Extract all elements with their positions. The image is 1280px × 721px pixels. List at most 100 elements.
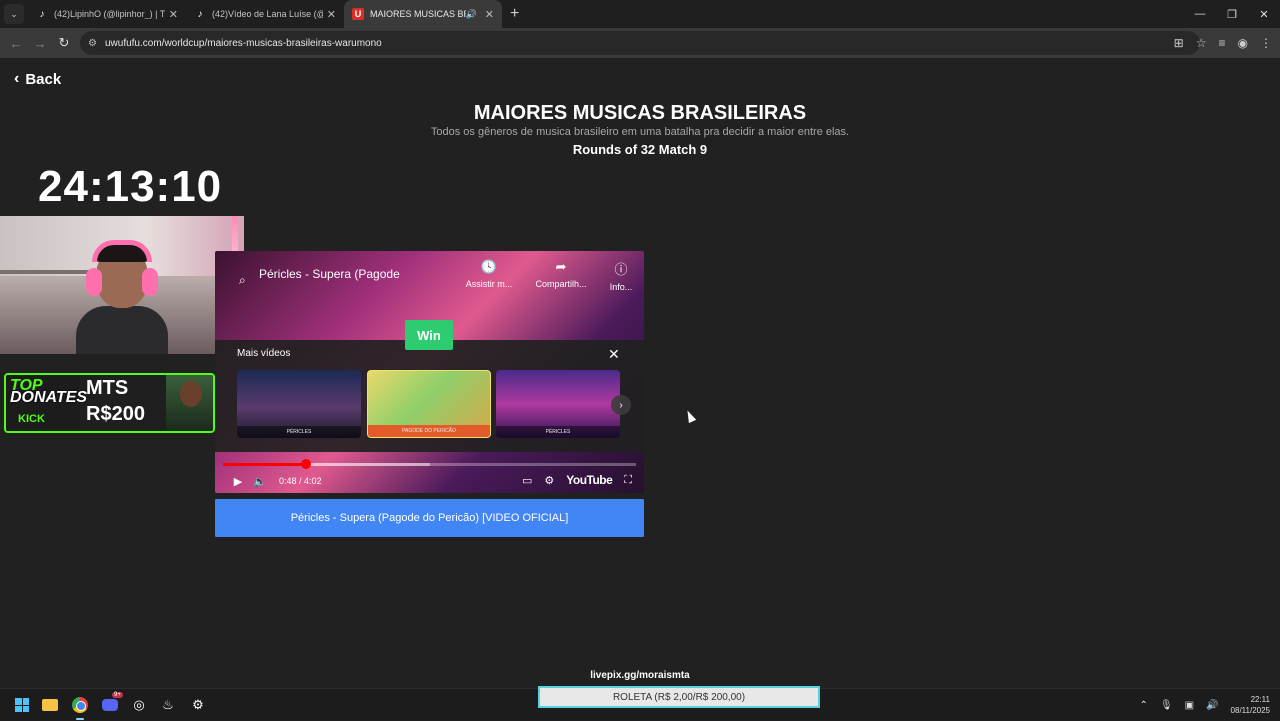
info-button[interactable]: ⓘ Info... [591,259,644,292]
settings-gear-icon[interactable]: ⚙ [544,474,554,487]
more-videos-panel: Mais vídeos ✕ PÉRICLES PAGODE DO PERICÃO… [215,340,644,452]
close-icon[interactable]: ✕ [608,346,620,363]
related-video-thumbnail[interactable]: PÉRICLES [496,370,620,438]
volume-icon[interactable]: 🔈 [249,475,271,488]
related-video-thumbnail[interactable]: PÉRICLES [237,370,361,438]
video-time: 0:48 / 4:02 [279,476,322,486]
play-icon[interactable]: ▶ [227,475,249,488]
played-bar [223,463,306,466]
system-tray: ⌃ 🎙 ▣ 🔊 22:11 08/11/2025 [1140,689,1280,721]
back-label: Back [25,70,62,88]
share-button[interactable]: ➦ Compartilh... [531,259,591,289]
headphone-right [142,268,158,296]
badge-donates-text: DONATES [10,389,88,406]
browser-toolbar: ← → ↻ ⚙ uwufufu.com/worldcup/maiores-mus… [0,28,1280,58]
profile-icon[interactable]: ◉ [1238,36,1248,50]
back-button[interactable]: ‹ Back [14,70,61,88]
translate-icon[interactable]: ⊞ [1174,36,1184,50]
scrubber-handle[interactable] [300,459,311,469]
tab-title: (42)Vídeo de Lana Luíse (@alan [212,9,323,19]
settings-gear-icon[interactable]: ⚙ [188,695,208,715]
reload-icon[interactable]: ↻ [52,35,76,51]
player-controls: ▶ 🔈 0:48 / 4:02 ▭ ⚙ YouTube ⛶ [215,469,644,493]
tab-strip: ⌄ ♪ (42)LipinhO (@lipinhor_) | TikTok ✕ … [0,0,1280,28]
microphone-icon[interactable]: 🎙 [1160,700,1173,711]
share-icon: ➦ [555,259,567,274]
minimize-button[interactable]: — [1184,0,1216,28]
new-tab-button[interactable]: + [510,5,519,23]
tab-search-button[interactable]: ⌄ [4,4,24,24]
tab-title: (42)LipinhO (@lipinhor_) | TikTok [54,9,165,19]
headphone-band [92,240,152,262]
mouse-cursor-icon [683,408,697,424]
discord-icon[interactable]: 9+ [100,692,123,715]
more-videos-label: Mais vídeos [237,348,291,359]
tab-uwufufu[interactable]: U MAIORES MUSICAS BRASIL 🔊 ✕ [344,0,502,28]
back-nav-icon[interactable]: ← [4,36,28,51]
system-clock[interactable]: 22:11 08/11/2025 [1231,694,1270,716]
steam-icon[interactable]: ♨ [158,695,178,715]
watch-later-button[interactable]: 🕓 Assistir m... [459,259,519,289]
channel-icon[interactable]: ⌕ [239,273,246,288]
info-label: Info... [609,282,633,292]
round-indicator: Rounds of 32 Match 9 [572,142,708,157]
top-donates-widget: TOP DONATES KICK MTS R$200 [4,373,215,433]
badge-kick-text: KICK [18,413,45,425]
donor-name: MTS [86,377,129,399]
page-title: MAIORES MUSICAS BRASILEIRAS [473,102,807,124]
youtube-logo[interactable]: YouTube [566,473,613,487]
video-title[interactable]: Péricles - Supera (Pagode [259,267,400,281]
webcam-overlay [0,216,244,354]
player-right-controls: ▭ ⚙ YouTube ⛶ [522,473,632,487]
tiktok-icon: ♪ [197,8,203,20]
window-controls: — ❐ ✕ [1184,0,1280,28]
captions-icon[interactable]: ▭ [522,474,532,487]
forward-nav-icon[interactable]: → [28,36,52,51]
clock-date: 08/11/2025 [1230,706,1270,715]
roleta-goal-bar: ROLETA (R$ 2,00/R$ 200,00) [538,686,820,708]
menu-kebab-icon[interactable]: ⋮ [1260,36,1272,50]
streamer-body [76,306,168,354]
headphone-left [86,268,102,296]
thumbnail-caption: PAGODE DO PERICÃO [368,425,490,437]
related-video-thumbnail[interactable]: PAGODE DO PERICÃO [367,370,491,438]
restore-button[interactable]: ❐ [1216,0,1248,28]
tab-tiktok-2[interactable]: ♪ (42)Vídeo de Lana Luíse (@alan ✕ [186,0,344,28]
clock-time: 22:11 [1250,695,1270,704]
choice-button[interactable]: Péricles - Supera (Pagode do Pericão) [V… [215,499,644,537]
thumbnail-caption: PÉRICLES [237,426,361,438]
audio-playing-icon[interactable]: 🔊 [466,9,477,20]
media-control-icon[interactable]: ≡ [1219,36,1226,50]
video-progress-bar[interactable] [223,459,636,469]
streamer [76,240,168,354]
tab-tiktok-1[interactable]: ♪ (42)LipinhO (@lipinhor_) | TikTok ✕ [28,0,186,28]
thumbnail-caption: PÉRICLES [496,426,620,438]
youtube-player[interactable]: ⌕ Péricles - Supera (Pagode 🕓 Assistir m… [215,251,644,493]
windows-start-icon[interactable] [12,695,32,715]
chrome-icon[interactable] [70,695,90,720]
tiktok-icon: ♪ [39,8,45,20]
uwufufu-icon: U [352,8,364,20]
toolbar-actions: ⊞ ☆ ≡ ◉ ⋮ [1174,28,1272,58]
chevron-up-icon[interactable]: ⌃ [1140,700,1148,711]
page-content: ‹ Back MAIORES MUSICAS BRASILEIRAS Todos… [0,58,1280,688]
bookmark-star-icon[interactable]: ☆ [1196,36,1207,50]
tab-title: MAIORES MUSICAS BRASIL [370,9,466,19]
speaker-icon[interactable]: 🔊 [1206,700,1218,711]
network-icon[interactable]: ▣ [1185,700,1194,711]
chevron-right-icon[interactable]: › [611,395,631,415]
address-bar[interactable]: ⚙ uwufufu.com/worldcup/maiores-musicas-b… [80,31,1200,55]
fullscreen-icon[interactable]: ⛶ [624,474,632,487]
share-label: Compartilh... [535,279,587,289]
livepix-link-overlay: livepix.gg/moraismta [590,670,690,681]
close-tab-icon[interactable]: ✕ [169,8,178,21]
file-explorer-icon[interactable] [40,695,60,715]
site-info-icon[interactable]: ⚙ [88,38,97,49]
close-tab-icon[interactable]: ✕ [327,8,336,21]
obs-icon[interactable]: ◎ [129,695,149,715]
close-window-button[interactable]: ✕ [1248,0,1280,28]
info-icon: ⓘ [614,262,628,277]
page-subtitle: Todos os gêneros de musica brasileiro em… [430,126,850,138]
win-button[interactable]: Win [405,320,453,350]
close-tab-icon[interactable]: ✕ [485,8,494,21]
